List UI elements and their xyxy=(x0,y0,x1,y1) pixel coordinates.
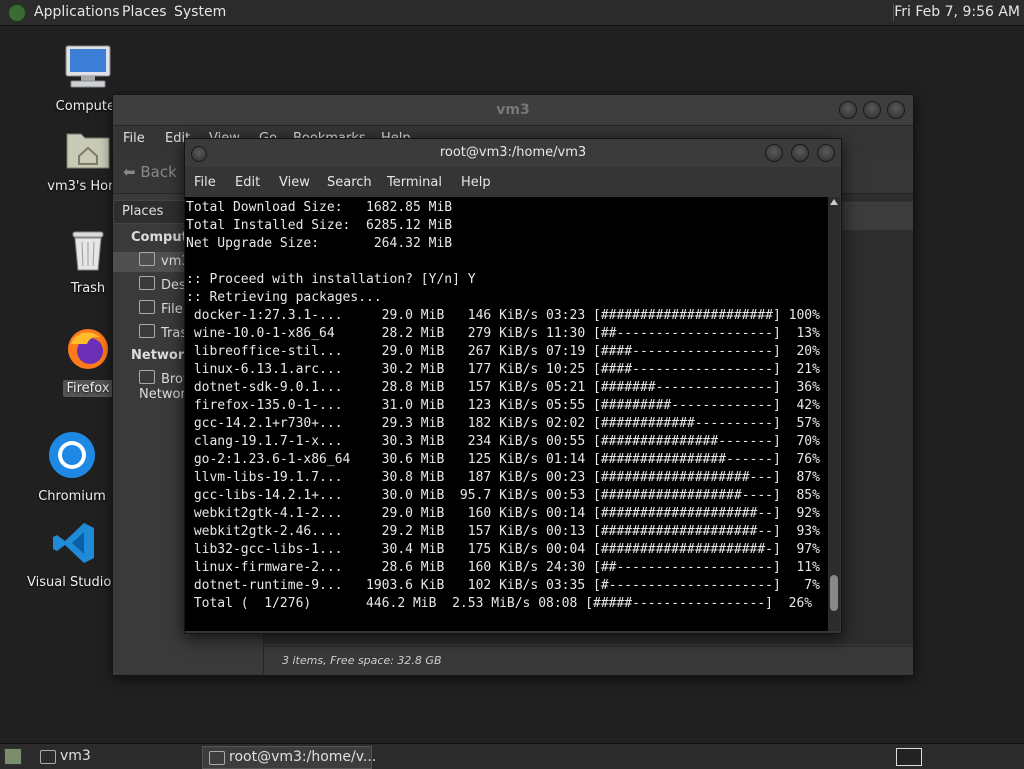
desktop-icon-label: Trash xyxy=(70,281,106,296)
network-icon xyxy=(139,370,155,384)
desktop-icon xyxy=(139,276,155,290)
top-panel: Applications Places System Fri Feb 7, 9:… xyxy=(0,0,1024,26)
desktop-icon-label: Chromium xyxy=(38,489,106,504)
chromium-icon xyxy=(22,430,122,484)
scroll-thumb[interactable] xyxy=(830,575,838,611)
places-menu[interactable]: Places xyxy=(122,0,167,25)
drive-icon xyxy=(139,300,155,314)
close-button[interactable] xyxy=(887,101,905,119)
window-menu-button[interactable] xyxy=(191,146,207,162)
terminal-title[interactable]: root@vm3:/home/vm3 xyxy=(185,139,841,167)
terminal-window: root@vm3:/home/vm3 File Edit View Search… xyxy=(184,138,842,634)
show-desktop-icon[interactable] xyxy=(4,748,22,765)
distro-logo-icon[interactable] xyxy=(8,4,26,22)
applications-menu[interactable]: Applications xyxy=(34,0,120,25)
back-arrow-icon: ⬅ xyxy=(123,163,136,181)
close-button[interactable] xyxy=(817,144,835,162)
trash-icon xyxy=(139,324,155,338)
fm-menu-file[interactable]: File xyxy=(123,126,145,152)
back-label: Back xyxy=(140,163,177,181)
home-icon xyxy=(139,252,155,266)
term-menu-edit[interactable]: Edit xyxy=(235,168,260,198)
bottom-panel: vm3 root@vm3:/home/v... xyxy=(0,743,1024,769)
system-menu[interactable]: System xyxy=(174,0,226,25)
vscode-icon xyxy=(24,520,124,570)
desktop-icon-label: Firefox xyxy=(63,380,113,397)
scroll-up-arrow-icon[interactable] xyxy=(830,199,838,205)
terminal-icon xyxy=(209,751,225,765)
taskbar-item-file-manager[interactable]: vm3 xyxy=(34,746,220,767)
taskbar-item-terminal[interactable]: root@vm3:/home/v... xyxy=(202,746,376,769)
terminal-text: Total Download Size: 1682.85 MiB Total I… xyxy=(186,200,820,611)
back-button[interactable]: ⬅ Back xyxy=(123,163,177,181)
term-menu-terminal[interactable]: Terminal xyxy=(387,168,442,198)
term-menu-search[interactable]: Search xyxy=(327,168,372,198)
computer-icon xyxy=(38,44,138,94)
term-menu-file[interactable]: File xyxy=(194,168,216,198)
minimize-button[interactable] xyxy=(839,101,857,119)
terminal-output[interactable]: Total Download Size: 1682.85 MiB Total I… xyxy=(185,197,828,631)
maximize-button[interactable] xyxy=(791,144,809,162)
terminal-menubar: File Edit View Search Terminal Help xyxy=(185,167,841,197)
term-menu-view[interactable]: View xyxy=(279,168,310,198)
workspace-switcher[interactable] xyxy=(896,748,922,766)
status-bar: 3 items, Free space: 32.8 GB xyxy=(264,646,913,675)
file-manager-title[interactable]: vm3 xyxy=(113,95,913,126)
desktop-icon-vscode[interactable]: Visual Studio Code xyxy=(24,520,149,591)
folder-icon xyxy=(40,750,56,764)
maximize-button[interactable] xyxy=(863,101,881,119)
term-menu-help[interactable]: Help xyxy=(461,168,491,198)
clock[interactable]: Fri Feb 7, 9:56 AM xyxy=(894,0,1020,25)
places-dropdown[interactable]: Places xyxy=(113,200,195,224)
terminal-scrollbar[interactable] xyxy=(828,197,840,631)
desktop-icon-chromium[interactable]: Chromium xyxy=(22,430,122,505)
minimize-button[interactable] xyxy=(765,144,783,162)
